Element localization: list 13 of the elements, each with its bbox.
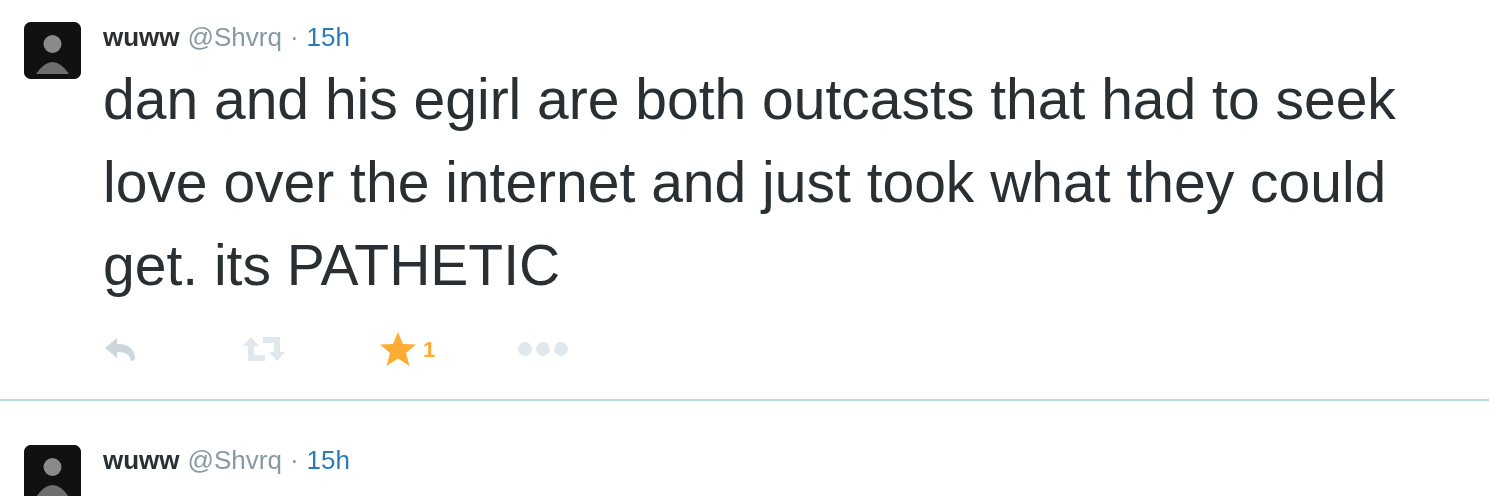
retweet-icon (241, 334, 287, 364)
avatar[interactable] (24, 445, 81, 496)
timestamp-link[interactable]: 15h (306, 445, 350, 475)
separator: · (289, 22, 299, 52)
tweet-text: dan and his egirl are both outcasts that had to seek love over the internet and just took what they could get. its PATHETIC (103, 66, 1397, 299)
user-handle: @Shvrq (187, 445, 282, 475)
user-name[interactable]: wuww (103, 445, 180, 475)
user-name[interactable]: wuww (103, 22, 180, 52)
user-handle: @Shvrq (187, 22, 282, 52)
more-icon (517, 341, 569, 357)
avatar[interactable] (24, 22, 81, 79)
timestamp-link[interactable]: 15h (306, 22, 350, 52)
separator: · (289, 445, 299, 475)
